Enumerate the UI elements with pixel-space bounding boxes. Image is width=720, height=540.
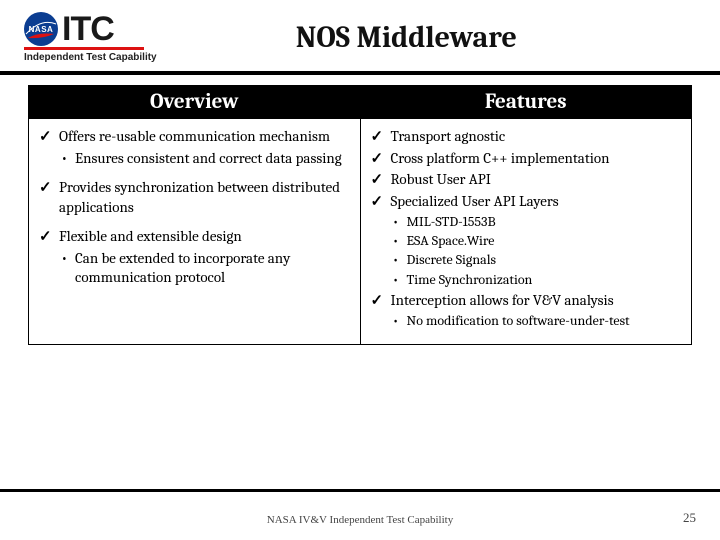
sub-item: No modification to software-under-test	[391, 312, 682, 330]
overview-item: Provides synchronization between distrib…	[37, 178, 350, 217]
sub-item: Can be extended to incorporate any commu…	[59, 249, 350, 288]
item-text: Flexible and extensible design	[59, 227, 242, 245]
col-features: Features Transport agnostic Cross platfo…	[360, 86, 692, 344]
item-text: Interception allows for V&V analysis	[391, 291, 614, 309]
col-body-overview: Offers re-usable communication mechanism…	[29, 119, 360, 310]
footer-text: NASA IV&V Independent Test Capability	[0, 514, 720, 526]
sub-item: Discrete Signals	[391, 251, 682, 269]
slide: NASA ITC Independent Test Capability NOS…	[0, 0, 720, 540]
feature-item: Robust User API	[369, 170, 682, 190]
header: NASA ITC Independent Test Capability NOS…	[24, 12, 696, 63]
col-overview: Overview Offers re-usable communication …	[29, 86, 360, 344]
col-header-overview: Overview	[29, 86, 360, 119]
item-text: Offers re-usable communication mechanism	[59, 127, 330, 145]
logo: NASA ITC	[24, 12, 114, 46]
col-header-features: Features	[361, 86, 692, 119]
item-text: Provides synchronization between distrib…	[59, 178, 340, 216]
overview-item: Offers re-usable communication mechanism…	[37, 127, 350, 168]
sub-item: ESA Space.Wire	[391, 232, 682, 250]
nasa-text: NASA	[29, 25, 54, 34]
columns: Overview Offers re-usable communication …	[28, 85, 692, 345]
item-text: Specialized User API Layers	[391, 192, 559, 210]
feature-item: Specialized User API Layers MIL-STD-1553…	[369, 192, 682, 289]
page-number: 25	[683, 510, 696, 526]
feature-item: Interception allows for V&V analysis No …	[369, 291, 682, 331]
itc-text: ITC	[62, 12, 114, 46]
sub-item: Ensures consistent and correct data pass…	[59, 149, 350, 169]
col-body-features: Transport agnostic Cross platform C++ im…	[361, 119, 692, 344]
nasa-logo-icon: NASA	[24, 12, 58, 46]
divider-bottom	[0, 489, 720, 492]
feature-item: Cross platform C++ implementation	[369, 149, 682, 169]
page-title: NOS Middleware	[117, 20, 696, 55]
overview-item: Flexible and extensible design Can be ex…	[37, 227, 350, 288]
sub-item: MIL-STD-1553B	[391, 213, 682, 231]
divider-top	[0, 71, 720, 75]
sub-item: Time Synchronization	[391, 271, 682, 289]
feature-item: Transport agnostic	[369, 127, 682, 147]
